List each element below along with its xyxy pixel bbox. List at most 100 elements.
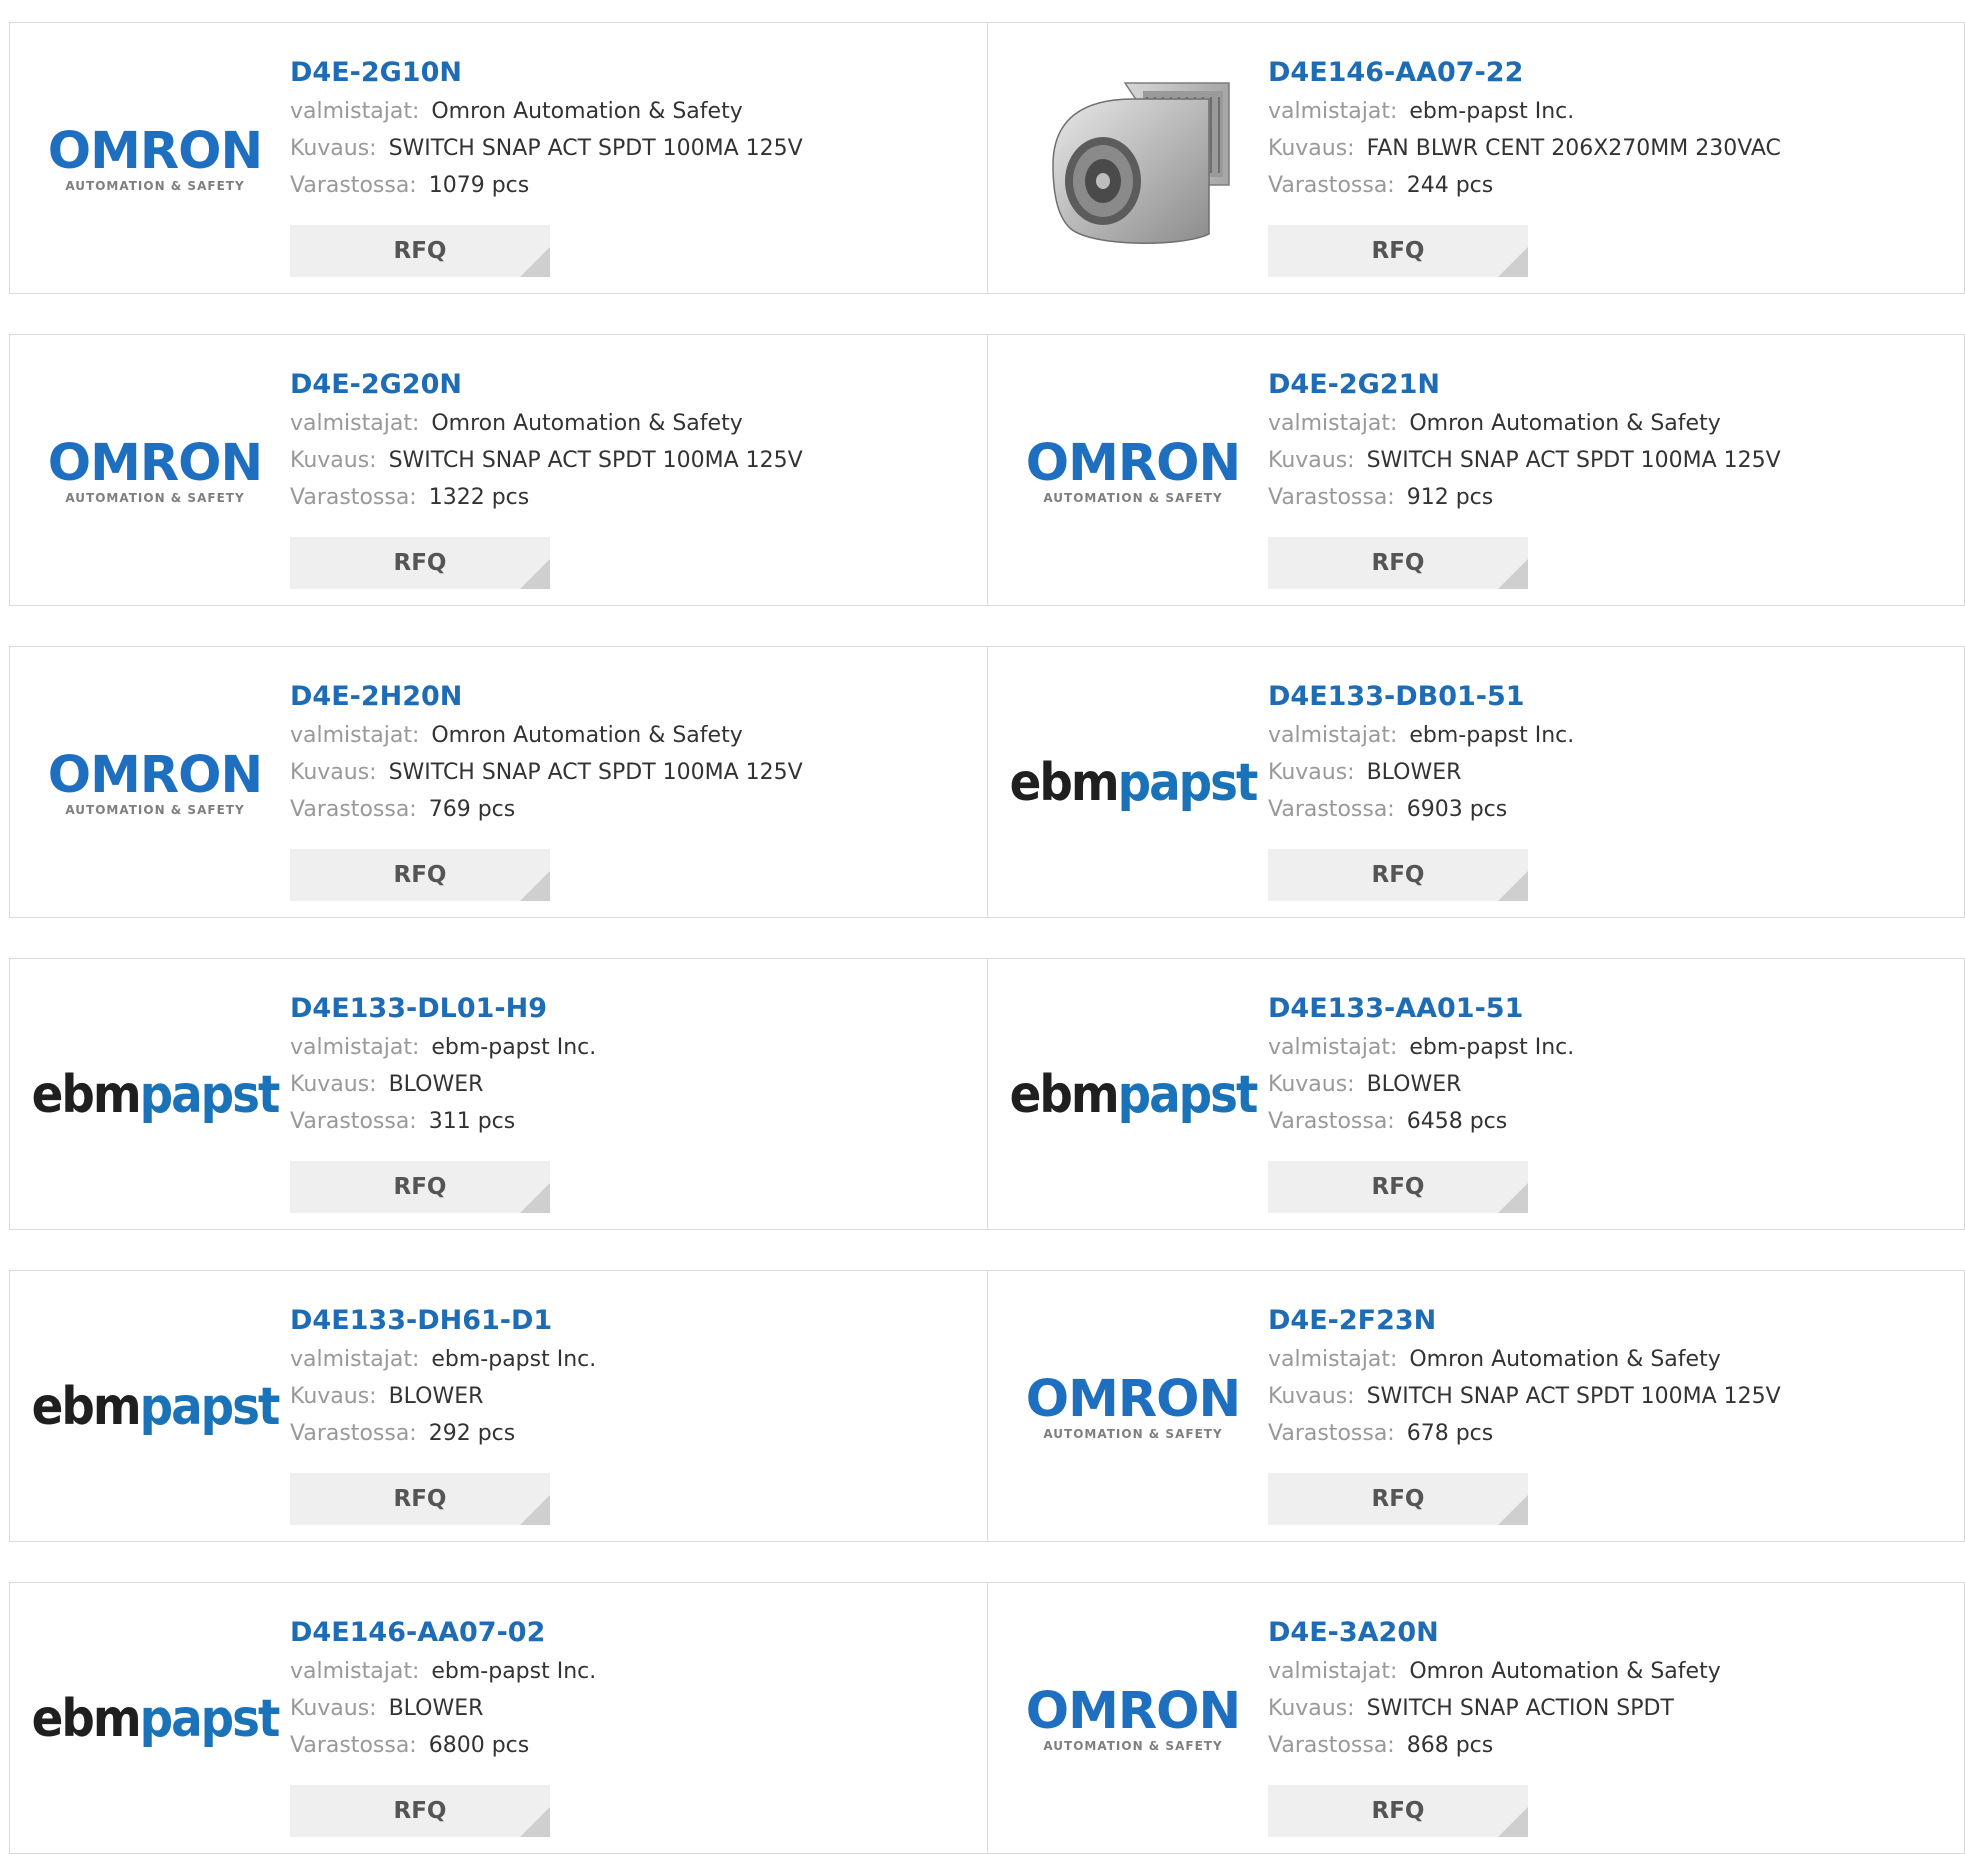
stock-label: Varastossa:: [1268, 485, 1395, 510]
rfq-button[interactable]: RFQ: [290, 1161, 550, 1213]
rfq-button[interactable]: RFQ: [1268, 537, 1528, 589]
description-value: SWITCH SNAP ACT SPDT 100MA 125V: [1366, 448, 1781, 473]
manufacturer-line: valmistajat: ebm-papst Inc.: [290, 1653, 977, 1690]
manufacturer-logo[interactable]: [1028, 82, 1238, 244]
manufacturer-logo[interactable]: ebmpapst: [32, 1043, 281, 1147]
manufacturer-logo[interactable]: OMRON AUTOMATION & SAFETY: [1025, 1667, 1241, 1771]
description-label: Kuvaus:: [1268, 1696, 1355, 1721]
description-line: Kuvaus: BLOWER: [1268, 754, 1954, 791]
part-number-link[interactable]: D4E-3A20N: [1268, 1613, 1954, 1653]
corner-decoration: [1498, 871, 1528, 901]
description-line: Kuvaus: SWITCH SNAP ACT SPDT 100MA 125V: [290, 130, 977, 167]
manufacturer-logo[interactable]: OMRON AUTOMATION & SAFETY: [1025, 419, 1241, 523]
rfq-button[interactable]: RFQ: [1268, 1473, 1528, 1525]
manufacturer-logo[interactable]: ebmpapst: [1010, 731, 1259, 835]
product-row: ebmpapst D4E133-DH61-D1 valmistajat: ebm-p…: [9, 1270, 1965, 1542]
manufacturer-value: Omron Automation & Safety: [431, 411, 743, 436]
description-label: Kuvaus:: [290, 136, 377, 161]
rfq-label: RFQ: [1371, 1486, 1425, 1512]
manufacturer-logo[interactable]: OMRON AUTOMATION & SAFETY: [48, 107, 263, 211]
rfq-label: RFQ: [393, 238, 447, 264]
manufacturer-logo[interactable]: OMRON AUTOMATION & SAFETY: [1026, 1355, 1241, 1459]
rfq-button[interactable]: RFQ: [1268, 849, 1528, 901]
omron-wordmark: OMRON: [1025, 1681, 1241, 1741]
corner-decoration: [520, 1807, 550, 1837]
ebmpapst-wordmark-papst: papst: [1117, 753, 1259, 813]
stock-line: Varastossa: 6458 pcs: [1268, 1103, 1954, 1140]
manufacturer-value: Omron Automation & Safety: [1409, 411, 1721, 436]
product-info: D4E133-AA01-51 valmistajat: ebm-papst Inc.…: [1268, 989, 1954, 1140]
ebmpapst-wordmark-ebm: ebm: [31, 1065, 142, 1125]
stock-label: Varastossa:: [290, 1109, 417, 1134]
rfq-button[interactable]: RFQ: [290, 849, 550, 901]
manufacturer-logo[interactable]: ebmpapst: [32, 1355, 281, 1459]
description-value: SWITCH SNAP ACT SPDT 100MA 125V: [1366, 1384, 1781, 1409]
rfq-label: RFQ: [393, 862, 447, 888]
omron-wordmark: OMRON: [47, 433, 263, 493]
manufacturer-label: valmistajat:: [1268, 99, 1398, 124]
part-number-link[interactable]: D4E133-DH61-D1: [290, 1301, 977, 1341]
ebmpapst-logo: ebmpapst: [32, 1069, 281, 1121]
part-number-link[interactable]: D4E146-AA07-22: [1268, 53, 1954, 93]
part-number-link[interactable]: D4E133-DB01-51: [1268, 677, 1954, 717]
omron-logo: OMRON AUTOMATION & SAFETY: [48, 126, 263, 193]
description-line: Kuvaus: SWITCH SNAP ACT SPDT 100MA 125V: [290, 442, 977, 479]
description-label: Kuvaus:: [1268, 760, 1355, 785]
omron-logo: OMRON AUTOMATION & SAFETY: [1025, 1681, 1241, 1753]
description-line: Kuvaus: SWITCH SNAP ACT SPDT 100MA 125V: [290, 754, 977, 791]
rfq-button[interactable]: RFQ: [1268, 1161, 1528, 1213]
product-card: D4E146-AA07-22 valmistajat: ebm-papst Inc.…: [987, 23, 1964, 293]
corner-decoration: [1498, 1807, 1528, 1837]
manufacturer-value: Omron Automation & Safety: [1409, 1347, 1721, 1372]
part-number-link[interactable]: D4E133-DL01-H9: [290, 989, 977, 1029]
product-card: OMRON AUTOMATION & SAFETY D4E-2G10N valmi…: [10, 23, 987, 293]
corner-decoration: [1498, 1495, 1528, 1525]
manufacturer-logo[interactable]: OMRON AUTOMATION & SAFETY: [47, 419, 263, 523]
part-number-link[interactable]: D4E-2G10N: [290, 53, 977, 93]
description-label: Kuvaus:: [1268, 136, 1355, 161]
part-number-link[interactable]: D4E-2G20N: [290, 365, 977, 405]
manufacturer-label: valmistajat:: [1268, 723, 1398, 748]
manufacturer-value: ebm-papst Inc.: [1409, 99, 1575, 124]
part-number-link[interactable]: D4E-2G21N: [1268, 365, 1954, 405]
rfq-label: RFQ: [1371, 238, 1425, 264]
description-label: Kuvaus:: [290, 1384, 377, 1409]
rfq-button[interactable]: RFQ: [290, 1473, 550, 1525]
manufacturer-line: valmistajat: ebm-papst Inc.: [290, 1029, 977, 1066]
description-value: BLOWER: [1366, 760, 1462, 785]
rfq-label: RFQ: [393, 550, 447, 576]
description-label: Kuvaus:: [290, 448, 377, 473]
omron-tagline: AUTOMATION & SAFETY: [1043, 1738, 1223, 1753]
ebmpapst-wordmark-papst: papst: [139, 1689, 281, 1749]
ebmpapst-logo: ebmpapst: [32, 1381, 281, 1433]
stock-line: Varastossa: 912 pcs: [1268, 479, 1954, 516]
product-info: D4E146-AA07-22 valmistajat: ebm-papst Inc.…: [1268, 53, 1954, 204]
product-row: OMRON AUTOMATION & SAFETY D4E-2G20N valmi…: [9, 334, 1965, 606]
manufacturer-logo[interactable]: OMRON AUTOMATION & SAFETY: [48, 731, 263, 835]
corner-decoration: [1498, 559, 1528, 589]
description-value: FAN BLWR CENT 206X270MM 230VAC: [1366, 136, 1781, 161]
stock-line: Varastossa: 1079 pcs: [290, 167, 977, 204]
corner-decoration: [1498, 247, 1528, 277]
description-label: Kuvaus:: [1268, 1072, 1355, 1097]
rfq-button[interactable]: RFQ: [290, 537, 550, 589]
stock-line: Varastossa: 244 pcs: [1268, 167, 1954, 204]
product-info: D4E133-DL01-H9 valmistajat: ebm-papst Inc.…: [290, 989, 977, 1140]
ebmpapst-wordmark-papst: papst: [139, 1065, 281, 1125]
description-line: Kuvaus: SWITCH SNAP ACT SPDT 100MA 125V: [1268, 1378, 1954, 1415]
manufacturer-logo[interactable]: ebmpapst: [32, 1667, 281, 1771]
rfq-button[interactable]: RFQ: [290, 225, 550, 277]
part-number-link[interactable]: D4E-2H20N: [290, 677, 977, 717]
rfq-button[interactable]: RFQ: [1268, 225, 1528, 277]
stock-value: 868 pcs: [1406, 1733, 1494, 1758]
rfq-button[interactable]: RFQ: [290, 1785, 550, 1837]
stock-label: Varastossa:: [1268, 1421, 1395, 1446]
manufacturer-logo[interactable]: ebmpapst: [1010, 1043, 1259, 1147]
rfq-label: RFQ: [393, 1486, 447, 1512]
rfq-button[interactable]: RFQ: [1268, 1785, 1528, 1837]
omron-wordmark: OMRON: [1025, 433, 1241, 493]
part-number-link[interactable]: D4E-2F23N: [1268, 1301, 1954, 1341]
manufacturer-value: Omron Automation & Safety: [431, 99, 743, 124]
part-number-link[interactable]: D4E146-AA07-02: [290, 1613, 977, 1653]
part-number-link[interactable]: D4E133-AA01-51: [1268, 989, 1954, 1029]
